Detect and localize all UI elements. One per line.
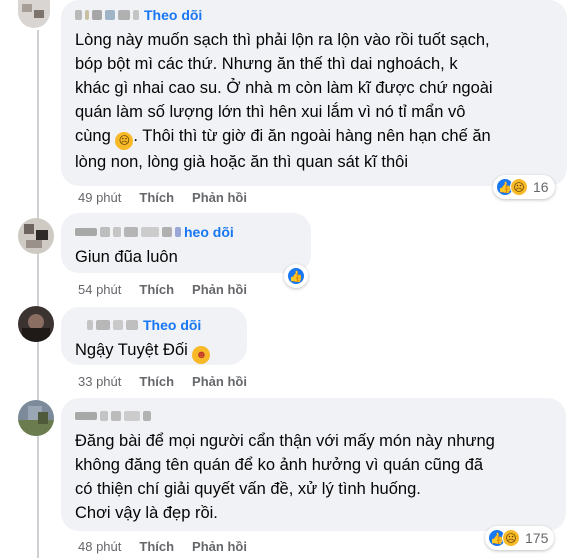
reply-button[interactable]: Phản hồi (192, 374, 247, 389)
comment-bubble: Theo dõi Ngậy Tuyệt Đối ☻ (61, 307, 247, 365)
tongue-face-icon: ☻ (192, 346, 211, 364)
reply-button[interactable]: Phản hồi (192, 190, 247, 205)
avatar[interactable] (18, 400, 54, 436)
comment-timestamp[interactable]: 54 phút (78, 282, 121, 297)
comment-author[interactable]: Theo dõi (75, 6, 555, 24)
comment-timestamp[interactable]: 48 phút (78, 539, 121, 554)
comment-text: Đăng bài để mọi người cẩn thận với mấy m… (75, 432, 495, 522)
reaction-count: 175 (525, 530, 549, 546)
comment-actions: 48 phút Thích Phản hồi (78, 539, 247, 554)
thread-line (37, 30, 39, 558)
comment-author[interactable] (75, 407, 554, 425)
avatar[interactable] (18, 218, 54, 254)
comment-bubble: Theo dõi Lòng này muốn sạch thì phải lộn… (61, 0, 567, 186)
comment-actions: 54 phút Thích Phản hồi (78, 282, 247, 297)
reply-button[interactable]: Phản hồi (192, 539, 247, 554)
comment-timestamp[interactable]: 49 phút (78, 190, 121, 205)
comment-bubble: heo dõi Giun đũa luôn (61, 213, 311, 273)
reaction-summary[interactable]: 👍 ☹ 175 (485, 526, 555, 550)
like-button[interactable]: Thích (139, 539, 174, 554)
sad-face-icon: ☹ (115, 132, 134, 150)
comment-text: Lòng này muốn sạch thì phải lộn ra lộn v… (75, 31, 493, 171)
follow-link[interactable]: heo dõi (184, 224, 234, 240)
follow-link[interactable]: Theo dõi (144, 7, 202, 23)
reaction-count: 16 (533, 179, 549, 195)
avatar[interactable] (18, 0, 50, 28)
like-button[interactable]: Thích (139, 190, 174, 205)
comment-actions: 49 phút Thích Phản hồi (78, 190, 247, 205)
sad-reaction-icon: ☹ (502, 529, 520, 547)
like-button[interactable]: Thích (139, 374, 174, 389)
sad-reaction-icon: ☹ (510, 178, 528, 196)
reaction-summary[interactable]: 👍 (284, 264, 308, 288)
comment-author[interactable]: heo dõi (75, 223, 299, 241)
like-button[interactable]: Thích (139, 282, 174, 297)
comment-actions: 33 phút Thích Phản hồi (78, 374, 247, 389)
avatar[interactable] (18, 306, 54, 342)
comment-text: Giun đũa luôn (75, 248, 178, 266)
like-reaction-icon: 👍 (287, 267, 305, 285)
reply-button[interactable]: Phản hồi (192, 282, 247, 297)
reaction-summary[interactable]: 👍 ☹ 16 (493, 175, 555, 199)
comment-timestamp[interactable]: 33 phút (78, 374, 121, 389)
follow-link[interactable]: Theo dõi (143, 317, 201, 333)
comment-author[interactable]: Theo dõi (75, 316, 235, 334)
comment-text: Ngậy Tuyệt Đối ☻ (75, 338, 235, 364)
comment-bubble: Đăng bài để mọi người cẩn thận với mấy m… (61, 398, 566, 531)
